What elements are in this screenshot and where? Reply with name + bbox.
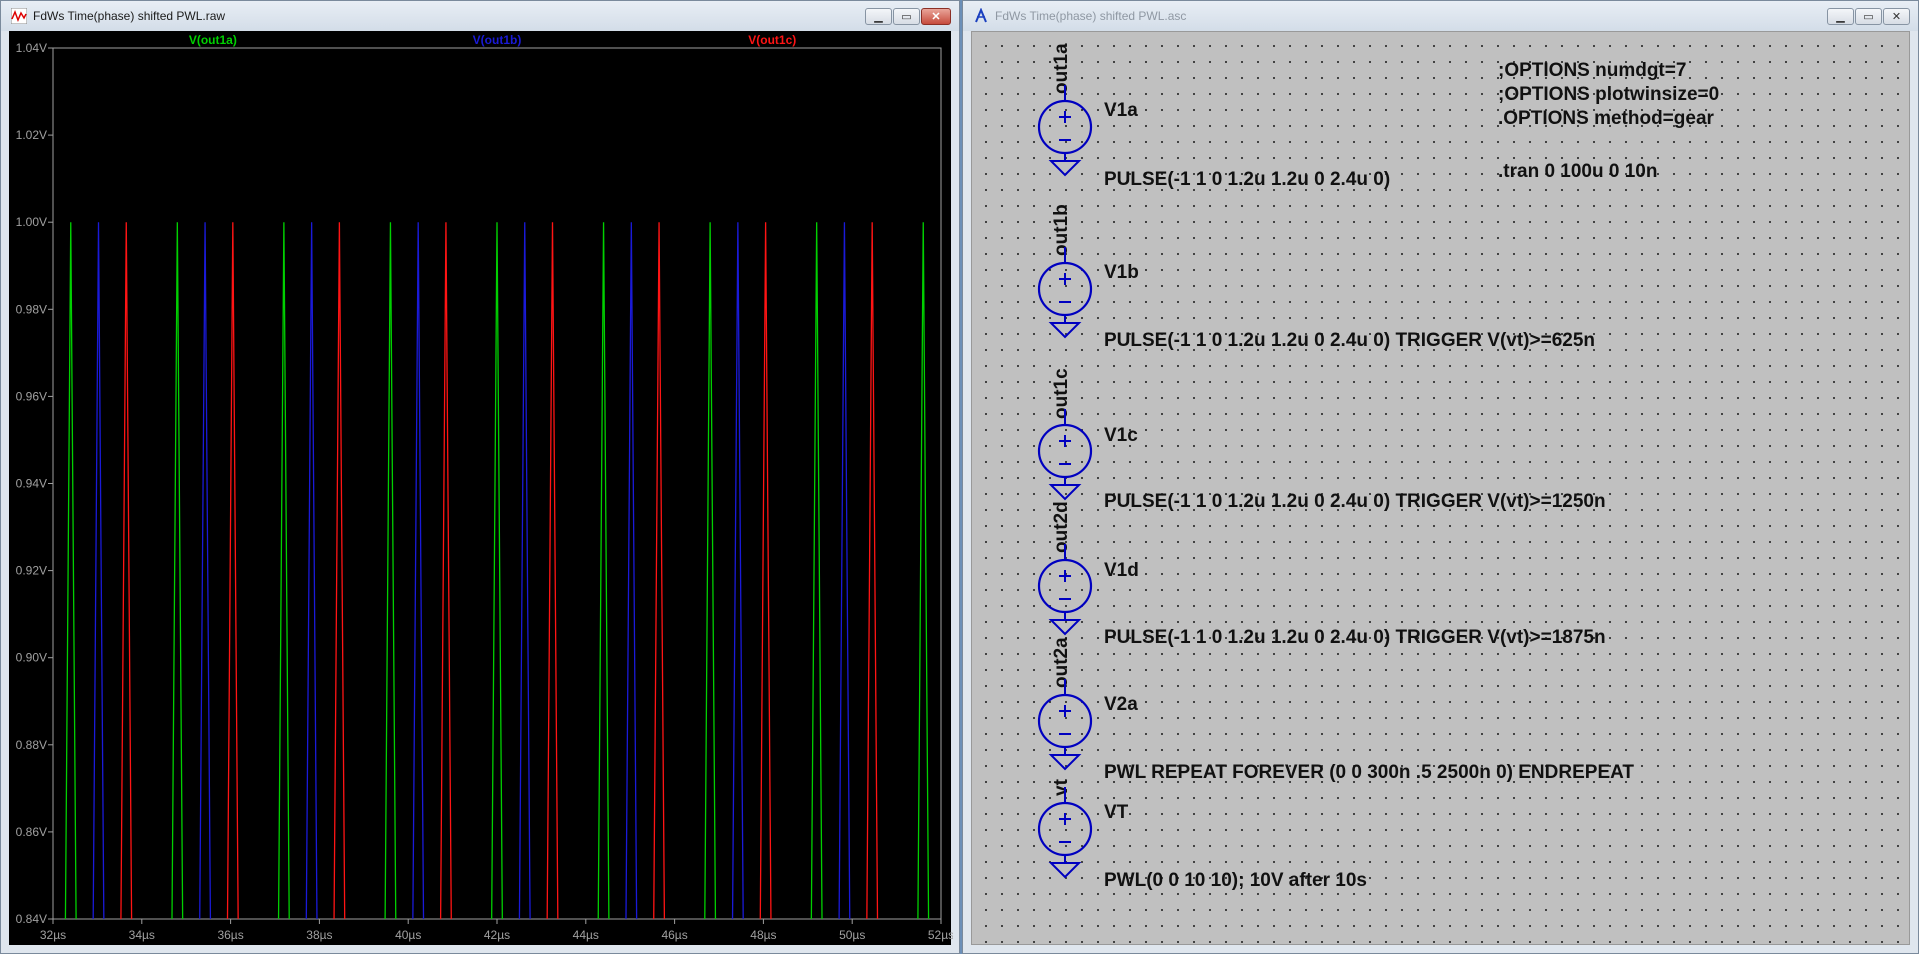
legend-entry[interactable]: V(out1a) (189, 33, 237, 47)
close-button[interactable]: ✕ (1883, 8, 1910, 25)
x-tick-label: 34µs (129, 928, 155, 942)
waveform-icon (11, 8, 27, 24)
waveform-pulse (597, 222, 610, 920)
waveform-pulse (491, 222, 503, 920)
ground-icon (1048, 754, 1082, 771)
plot-pane[interactable]: 0.84V 0.86V 0.88V 0.90V 0.92V 0.94V 0.96V 0.98V… (9, 31, 954, 947)
waveform-pulse (731, 222, 744, 920)
waveform-pulse (439, 222, 452, 920)
plot-frame (52, 47, 942, 920)
waveform-pulse (653, 222, 666, 920)
y-tick-label: 0.92V (16, 564, 47, 578)
minimize-icon: ▁ (1836, 11, 1845, 23)
ground-icon (1048, 619, 1082, 636)
waveform-pulse (64, 222, 77, 920)
x-tick-label: 40µs (395, 928, 421, 942)
y-tick-label: 1.00V (16, 215, 47, 229)
y-tick-label: 0.88V (16, 738, 47, 752)
close-icon: ✕ (931, 11, 941, 23)
schematic-window-title: FdWs Time(phase) shifted PWL.asc (995, 9, 1187, 23)
x-tick-label: 50µs (839, 928, 865, 942)
maximize-icon: ▭ (1863, 11, 1874, 23)
waveform-window-title: FdWs Time(phase) shifted PWL.raw (33, 9, 226, 23)
voltage-source-symbol[interactable] (1037, 409, 1093, 501)
maximize-button[interactable]: ▭ (1855, 8, 1882, 25)
waveform-pulse (625, 222, 638, 920)
waveform-pulse (759, 222, 772, 920)
waveform-pulse (226, 222, 239, 920)
waveform-pulse (917, 222, 930, 920)
voltage-source-symbol[interactable] (1037, 544, 1093, 636)
schematic-icon (975, 8, 987, 23)
x-tick-label: 44µs (573, 928, 599, 942)
ground-icon (1048, 862, 1082, 879)
x-tick-label: 36µs (217, 928, 243, 942)
x-tick-label: 42µs (484, 928, 510, 942)
waveform-plot[interactable]: 0.84V 0.86V 0.88V 0.90V 0.92V 0.94V 0.96V 0.98V… (9, 31, 954, 947)
waveform-pulse (704, 222, 717, 920)
waveform-pulse (412, 222, 425, 920)
waveform-pulse (333, 222, 346, 920)
waveform-pulse (518, 222, 531, 920)
x-tick-label: 38µs (306, 928, 332, 942)
y-tick-label: 0.96V (16, 389, 47, 403)
voltage-source-symbol[interactable] (1037, 247, 1093, 339)
voltage-source-symbol[interactable] (1037, 85, 1093, 177)
waveform-pulse (866, 222, 879, 920)
schematic-window[interactable]: FdWs Time(phase) shifted PWL.asc ▁ ▭ ✕ ;… (962, 0, 1919, 954)
waveform-pulse (384, 222, 397, 920)
y-tick-label: 0.90V (16, 651, 47, 665)
legend-entry[interactable]: V(out1c) (748, 33, 796, 47)
schematic-symbols (1037, 85, 1093, 879)
y-tick-label: 0.98V (16, 302, 47, 316)
voltage-source-symbol[interactable] (1037, 679, 1093, 771)
ground-icon (1048, 322, 1082, 339)
schematic-titlebar[interactable]: FdWs Time(phase) shifted PWL.asc ▁ ▭ ✕ (963, 1, 1918, 31)
waveform-pulse (546, 222, 559, 920)
minimize-button[interactable]: ▁ (1827, 8, 1854, 25)
waveform-pulse (199, 222, 212, 920)
waveform-window[interactable]: FdWs Time(phase) shifted PWL.raw ▁ ▭ ✕ 0… (0, 0, 960, 954)
waveform-pulse (171, 222, 184, 920)
close-button[interactable]: ✕ (921, 8, 951, 25)
waveform-pulse (120, 222, 133, 920)
waveform-titlebar[interactable]: FdWs Time(phase) shifted PWL.raw ▁ ▭ ✕ (1, 1, 959, 31)
waveform-pulse (305, 222, 318, 920)
schematic-canvas[interactable]: ;OPTIONS numdgt=7 ;OPTIONS plotwinsize=0… (971, 31, 1910, 945)
x-tick-label: 32µs (40, 928, 66, 942)
waveform-pulse (810, 222, 823, 920)
y-tick-label: 0.84V (16, 912, 47, 926)
maximize-icon: ▭ (901, 11, 912, 23)
ground-icon (1048, 484, 1082, 501)
waveform-pulse (277, 222, 290, 920)
waveform-pulse (838, 222, 851, 920)
y-tick-label: 0.86V (16, 825, 47, 839)
x-tick-label: 52µs (928, 928, 953, 942)
ground-icon (1048, 160, 1082, 177)
close-icon: ✕ (1891, 11, 1902, 23)
waveform-pulse (92, 222, 105, 920)
y-tick-label: 1.02V (16, 128, 47, 142)
y-tick-label: 1.04V (16, 41, 47, 55)
minimize-button[interactable]: ▁ (865, 8, 892, 25)
y-tick-label: 0.94V (16, 477, 47, 491)
x-tick-label: 46µs (661, 928, 687, 942)
maximize-button[interactable]: ▭ (893, 8, 920, 25)
minimize-icon: ▁ (874, 11, 883, 23)
legend-entry[interactable]: V(out1b) (473, 33, 522, 47)
x-tick-label: 48µs (750, 928, 776, 942)
voltage-source-symbol[interactable] (1037, 787, 1093, 879)
